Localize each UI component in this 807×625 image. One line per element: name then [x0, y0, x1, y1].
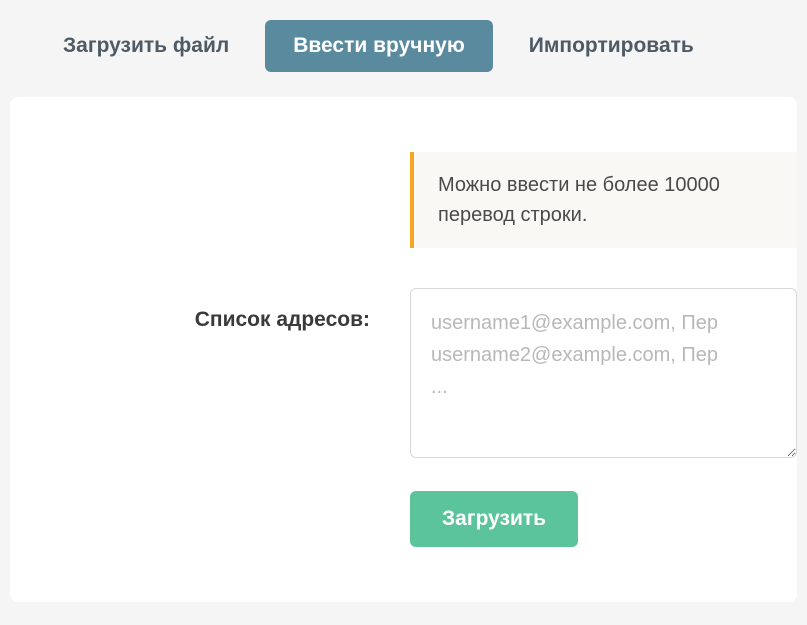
main-panel: Можно ввести не более 10000 перевод стро… [10, 97, 797, 602]
info-message: Можно ввести не более 10000 перевод стро… [410, 152, 797, 248]
tab-import[interactable]: Импортировать [501, 20, 722, 72]
address-list-field-wrap [410, 288, 797, 463]
tab-upload-file[interactable]: Загрузить файл [35, 20, 257, 72]
tab-bar: Загрузить файл Ввести вручную Импортиров… [0, 0, 807, 97]
submit-row: Загрузить [410, 491, 797, 547]
submit-button[interactable]: Загрузить [410, 491, 578, 547]
tab-enter-manually[interactable]: Ввести вручную [265, 20, 493, 72]
address-list-textarea[interactable] [410, 288, 797, 458]
address-list-label: Список адресов: [10, 288, 410, 332]
form-row-addresses: Список адресов: [10, 288, 797, 463]
